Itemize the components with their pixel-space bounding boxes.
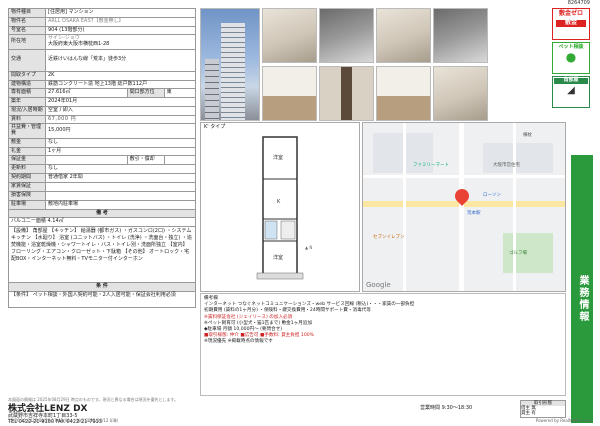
interior-photo[interactable] [319,8,374,63]
interior-photo[interactable] [319,66,374,121]
balcony-area: バルコニー面積 4.14㎡ [8,217,196,227]
interior-photo[interactable] [433,8,488,63]
terms-text: 【条件】 ペット相談・外国人契約可能・2人入居可能・保証会社利用必須 [8,290,196,308]
property-info-table: 物件種目 [住居用] マンション 物件名 ARLL OSAKA EAST【敷金無し】… [8,8,197,308]
map-provider-logo: Google [366,280,391,289]
business-info-sidebar: 業務情報 [571,155,593,423]
corner-room-badge: 角部屋 ◢ [552,76,590,108]
document-id: 8264709 [567,0,590,6]
commission-table: 取引形態 借主 無 貸主 有 [520,400,566,418]
room-label: 洋室 [273,154,283,161]
room-label: K [277,199,281,205]
floorplan-drawing: 洋室 K 洋室 ▲ N [256,136,312,280]
interior-photo[interactable] [433,66,488,121]
corner-room-icon: ◢ [567,84,575,96]
photo-gallery [200,8,546,121]
feature-badges: 敷金ゼロ 敷金 ペット相談 ● 角部屋 ◢ [548,8,594,110]
paw-icon: ● [565,49,577,64]
svg-text:▲ N: ▲ N [305,245,312,250]
equipment-text: 【設備】 角部屋 【キッチン】 給湯器 (都市ガス) ・ガスコンロ(2口) ・シ… [8,226,196,283]
no-deposit-badge: 敷金ゼロ 敷金 [552,8,590,40]
interior-photo[interactable] [376,8,431,63]
location-map[interactable]: ファミリーマート 荒本駅 ローソン セブンイレブン 大阪市営住宅 ゴルフ場 横枕… [362,122,566,292]
disclaimer: 本図面の情報は 2025年08月29日 時点のものです。現況と異なる場合は現況を… [8,397,179,402]
pet-friendly-badge: ペット相談 ● [552,42,590,74]
print-footer: 15:26:20 2025/08/29 17:48:40 ・ 発行 2025/1… [8,418,592,423]
room-label: 洋室 [273,254,283,261]
notes-section-header: 備 考 [8,208,196,219]
rent-value: 67,000 円 [45,114,196,125]
remarks-panel: 備考欄 インターネット つなぐネットコミュニケーションズ・web サービス回線 … [200,293,566,396]
building-exterior-photo[interactable] [200,8,260,121]
terms-section-header: 条 件 [8,282,196,292]
interior-photo[interactable] [262,8,317,63]
floorplan: K' タイプ 洋室 K 洋室 ▲ N [200,122,360,292]
interior-photo[interactable] [262,66,317,121]
business-hours: 営業時間 9:30〜18:30 [420,405,473,411]
interior-photo[interactable] [376,66,431,121]
